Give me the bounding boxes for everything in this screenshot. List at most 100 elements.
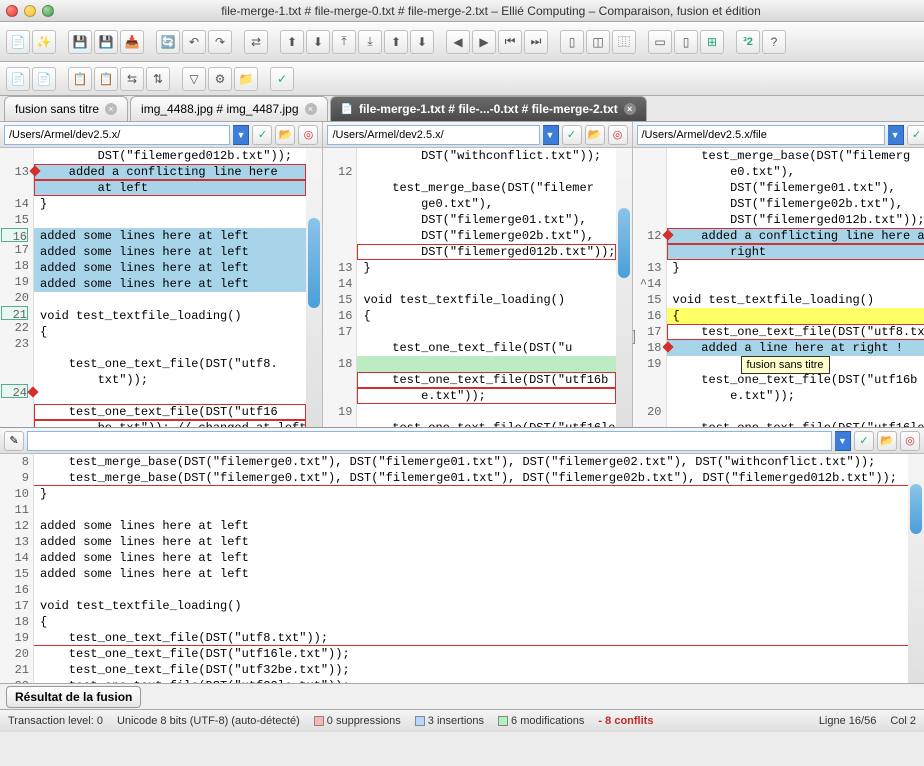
refresh-button[interactable]: 🔄 — [156, 30, 180, 54]
code-line[interactable]: { — [357, 308, 615, 324]
mode-32-button[interactable]: ³2 — [736, 30, 760, 54]
diff-last-button[interactable]: ⤓ — [358, 30, 382, 54]
code-line[interactable]: } — [34, 196, 306, 212]
swap-button[interactable]: ⇆ — [120, 67, 144, 91]
code-line[interactable] — [667, 404, 924, 420]
diff-prev-button[interactable]: ⬆ — [280, 30, 304, 54]
check-icon[interactable]: ✓ — [854, 431, 874, 451]
code-line[interactable]: test_one_text_file(DST("utf16b — [667, 372, 924, 388]
target-icon[interactable]: ◎ — [298, 125, 318, 145]
code-line[interactable]: added some lines here at left — [34, 244, 306, 260]
code-line[interactable]: e.txt")); — [357, 388, 615, 404]
code-line[interactable]: e0.txt"), — [667, 164, 924, 180]
tab-merge[interactable]: 📄 file-merge-1.txt # file-...-0.txt # fi… — [330, 96, 647, 121]
tab-fusion[interactable]: fusion sans titre × — [4, 96, 128, 121]
right-editor[interactable]: + ✖ ✓ ✓ ✓ 1213^14151617181920 test_merge… — [633, 148, 924, 427]
path-field[interactable]: /Users/Armel/dev2.5.x/ — [327, 125, 539, 145]
code-line[interactable]: DST("filemerged012b.txt")); — [667, 212, 924, 228]
code-line[interactable] — [357, 164, 615, 180]
code-line[interactable]: } — [667, 260, 924, 276]
code-line[interactable]: test_merge_base(DST("filemerg — [667, 148, 924, 164]
compare-button[interactable]: ⇄ — [244, 30, 268, 54]
code-line[interactable]: { — [34, 614, 908, 630]
code-line[interactable]: } — [34, 486, 908, 502]
code-line[interactable] — [34, 502, 908, 518]
code-line[interactable] — [34, 340, 306, 356]
center-editor[interactable]: 1213141516171819 DST("withconflict.txt")… — [323, 148, 631, 427]
code-line[interactable] — [357, 324, 615, 340]
copy-right-button[interactable]: 📋 — [94, 67, 118, 91]
close-icon[interactable]: × — [624, 103, 636, 115]
conflict-prev-button[interactable]: ⬆ — [384, 30, 408, 54]
code-line[interactable]: txt")); — [34, 372, 306, 388]
copy-left-button[interactable]: 📋 — [68, 67, 92, 91]
merge-right-button[interactable]: ▶ — [472, 30, 496, 54]
layout-grid-button[interactable]: ⊞ — [700, 30, 724, 54]
code-line[interactable]: void test_textfile_loading() — [34, 598, 908, 614]
save-all-button[interactable]: 💾 — [94, 30, 118, 54]
target-icon[interactable]: ◎ — [900, 431, 920, 451]
path-dropdown[interactable]: ▼ — [543, 125, 559, 145]
check-icon[interactable]: ✓ — [562, 125, 582, 145]
layout-h-button[interactable]: ▭ — [648, 30, 672, 54]
code-line[interactable]: DST("filemerge01.txt"), — [357, 212, 615, 228]
import-button[interactable]: 📥 — [120, 30, 144, 54]
filter-button[interactable]: ▽ — [182, 67, 206, 91]
folder-button[interactable]: 📁 — [234, 67, 258, 91]
scrollbar[interactable] — [616, 148, 632, 427]
check-icon[interactable]: ✓ — [252, 125, 272, 145]
sync-button[interactable]: ⇅ — [146, 67, 170, 91]
code-line[interactable]: added some lines here at left — [34, 566, 908, 582]
search-field[interactable] — [27, 431, 832, 451]
merge-left-button[interactable]: ◀ — [446, 30, 470, 54]
code-line[interactable]: test_one_text_file(DST("utf8.txt")); — [34, 630, 908, 646]
open-icon[interactable]: 📂 — [877, 431, 897, 451]
accept-icon[interactable]: ✓ — [633, 330, 635, 344]
new-button[interactable]: 📄 — [6, 30, 30, 54]
code-line[interactable] — [667, 276, 924, 292]
view-2-button[interactable]: ◫ — [586, 30, 610, 54]
code-line[interactable]: DST("filemerge01.txt"), — [667, 180, 924, 196]
code-line[interactable] — [357, 404, 615, 420]
close-icon[interactable] — [6, 5, 18, 17]
path-field[interactable]: /Users/Armel/dev2.5.x/ — [4, 125, 230, 145]
code-line[interactable]: void test_textfile_loading() — [34, 308, 306, 324]
result-tab[interactable]: Résultat de la fusion — [6, 686, 141, 708]
conflict-next-button[interactable]: ⬇ — [410, 30, 434, 54]
check-icon[interactable]: ✓ — [907, 125, 924, 145]
close-icon[interactable]: × — [305, 103, 317, 115]
code-line[interactable]: right — [667, 244, 924, 260]
zoom-icon[interactable] — [42, 5, 54, 17]
code-line[interactable]: { — [667, 308, 924, 324]
doc-a-button[interactable]: 📄 — [6, 67, 30, 91]
code-line[interactable] — [34, 388, 306, 404]
code-line[interactable]: added a conflicting line here at — [667, 228, 924, 244]
path-dropdown[interactable]: ▼ — [233, 125, 249, 145]
code-line[interactable]: at left — [34, 180, 306, 196]
code-line[interactable]: test_merge_base(DST("filemerge0.txt"), D… — [34, 454, 908, 470]
help-button[interactable]: ? — [762, 30, 786, 54]
code-line[interactable]: DST("withconflict.txt")); — [357, 148, 615, 164]
undo-button[interactable]: ↶ — [182, 30, 206, 54]
merge-all-left-button[interactable]: ⏮ — [498, 30, 522, 54]
settings-button[interactable]: ⚙ — [208, 67, 232, 91]
code-line[interactable]: ge0.txt"), — [357, 196, 615, 212]
code-line[interactable]: added some lines here at left — [34, 228, 306, 244]
code-line[interactable] — [357, 356, 615, 372]
check-button[interactable]: ✓ — [270, 67, 294, 91]
merge-result-editor[interactable]: 891011121314151617181920212223 test_merg… — [0, 454, 924, 684]
code-line[interactable] — [34, 582, 908, 598]
code-line[interactable] — [34, 212, 306, 228]
code-line[interactable]: test_one_text_file(DST("utf16 — [34, 404, 306, 420]
code-line[interactable]: } — [357, 260, 615, 276]
view-1-button[interactable]: ▯ — [560, 30, 584, 54]
diff-first-button[interactable]: ⤒ — [332, 30, 356, 54]
merge-all-right-button[interactable]: ⏭ — [524, 30, 548, 54]
code-line[interactable]: added some lines here at left — [34, 260, 306, 276]
left-editor[interactable]: 131415161718192021222324 DST("filemerged… — [0, 148, 322, 427]
code-line[interactable]: test one text file(DST("utf16le — [357, 420, 615, 427]
code-line[interactable]: added some lines here at left — [34, 550, 908, 566]
wand-button[interactable]: ✨ — [32, 30, 56, 54]
code-line[interactable]: test_one_text_file(DST("u — [357, 340, 615, 356]
save-button[interactable]: 💾 — [68, 30, 92, 54]
